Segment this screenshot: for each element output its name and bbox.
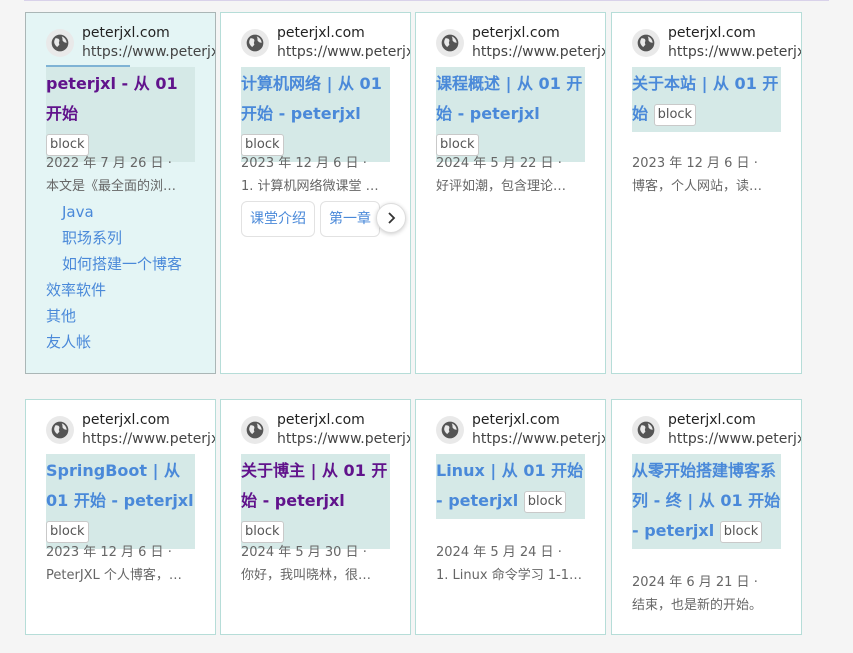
site-info[interactable]: peterjxl.com https://www.peterjxl.com [241,25,410,65]
globe-icon [632,29,660,57]
result-snippet: 1. 计算机网络微课堂 … [241,179,379,194]
result-card[interactable]: peterjxl.com https://www.peterjxl.com 从零… [611,399,802,635]
result-date: 2024 年 5 月 30 日 · [241,545,367,560]
site-name: peterjxl.com [82,412,170,428]
result-snippet: 好评如潮，包含理论… [436,179,567,194]
site-url: https://www.peterjxl.com [277,44,410,60]
result-snippet: 结束，也是新的开始。 [632,598,763,613]
sitelink[interactable]: 职场系列 [46,225,182,251]
site-name: peterjxl.com [82,25,170,41]
site-url: https://www.peterjxl.com [668,431,801,447]
site-url: https://www.peterjxl.com [472,431,605,447]
result-snippet: 本文是《最全面的浏… [46,179,177,194]
site-info[interactable]: peterjxl.com https://www.peterjxl.com [436,412,605,452]
site-url: https://www.peterjxl.com [82,431,215,447]
site-name: peterjxl.com [277,25,365,41]
globe-icon [632,416,660,444]
result-title[interactable]: 关于博主 | 从 01 开始 - peterjxl block [241,454,390,549]
sitelinks: Java 职场系列 如何搭建一个博客 效率软件 其他 友人帐 [46,199,182,355]
result-title-text[interactable]: 课程概述 | 从 01 开始 - peterjxl [436,74,582,123]
block-button[interactable]: block [241,520,284,543]
result-title-text[interactable]: 计算机网络 | 从 01 开始 - peterjxl [241,74,382,123]
result-title[interactable]: 关于本站 | 从 01 开始 block [632,67,781,132]
result-date: 2024 年 5 月 24 日 · [436,545,562,560]
site-name: peterjxl.com [277,412,365,428]
result-date: 2022 年 7 月 26 日 · [46,156,172,171]
result-card[interactable]: peterjxl.com https://www.peterjxl.com 关于… [611,12,802,374]
result-snippet: 博客，个人网站，读… [632,179,763,194]
sitelink-chip[interactable]: 课堂介绍 [241,201,315,237]
result-title-text[interactable]: 关于博主 | 从 01 开始 - peterjxl [241,461,387,510]
site-name: peterjxl.com [472,25,560,41]
sitelink-chip[interactable]: 第一章 [320,201,380,237]
sitelink[interactable]: 如何搭建一个博客 [46,251,182,277]
site-url: https://www.peterjxl.com [277,431,410,447]
site-url: https://www.peterjxl.com [82,44,215,60]
globe-icon [46,29,74,57]
result-card[interactable]: peterjxl.com https://www.peterjxl.com 课程… [415,12,606,374]
result-date: 2024 年 5 月 22 日 · [436,156,562,171]
result-card[interactable]: peterjxl.com https://www.peterjxl.com 关于… [220,399,411,635]
site-name: peterjxl.com [668,25,756,41]
sitelink[interactable]: Java [46,199,182,225]
block-button[interactable]: block [46,520,89,543]
result-title[interactable]: SpringBoot | 从 01 开始 - peterjxl block [46,454,195,549]
search-results-panel: peterjxl.com https://www.peterjxl.com pe… [0,0,853,653]
globe-icon [241,29,269,57]
site-url: https://www.peterjxl.com [472,44,605,60]
result-card[interactable]: peterjxl.com https://www.peterjxl.com Sp… [25,399,216,635]
result-snippet: 你好，我叫晓林，很… [241,568,372,583]
site-name: peterjxl.com [668,412,756,428]
result-title[interactable]: 从零开始搭建博客系列 - 终 | 从 01 开始 - peterjxl bloc… [632,454,781,549]
globe-icon [436,29,464,57]
site-name: peterjxl.com [472,412,560,428]
result-card[interactable]: peterjxl.com https://www.peterjxl.com 计算… [220,12,411,374]
result-title-text[interactable]: SpringBoot | 从 01 开始 - peterjxl [46,461,194,510]
top-divider [24,0,829,3]
site-info[interactable]: peterjxl.com https://www.peterjxl.com [46,412,215,452]
sitelink[interactable]: 友人帐 [46,329,182,355]
result-snippet: 1. Linux 命令学习 1-1… [436,568,583,583]
block-button[interactable]: block [523,490,567,513]
result-date: 2023 年 12 月 6 日 · [632,156,758,171]
site-info[interactable]: peterjxl.com https://www.peterjxl.com [46,25,215,65]
result-title-text[interactable]: peterjxl - 从 01 开始 [46,74,178,123]
result-snippet: PeterJXL 个人博客，… [46,568,182,583]
site-info[interactable]: peterjxl.com https://www.peterjxl.com [241,412,410,452]
result-title[interactable]: peterjxl - 从 01 开始 block [46,67,195,162]
result-title[interactable]: 计算机网络 | 从 01 开始 - peterjxl block [241,67,390,162]
globe-icon [46,416,74,444]
result-date: 2023 年 12 月 6 日 · [241,156,367,171]
globe-icon [436,416,464,444]
result-title[interactable]: Linux | 从 01 开始 - peterjxl block [436,454,585,519]
site-info[interactable]: peterjxl.com https://www.peterjxl.com [436,25,605,65]
block-button[interactable]: block [719,520,763,543]
sitelink[interactable]: 效率软件 [46,277,182,303]
result-date: 2024 年 6 月 21 日 · [632,575,758,590]
site-info[interactable]: peterjxl.com https://www.peterjxl.com [632,25,801,65]
globe-icon [241,416,269,444]
chevron-right-icon[interactable] [376,203,406,233]
block-button[interactable]: block [653,103,697,126]
result-date: 2023 年 12 月 6 日 · [46,545,172,560]
result-card[interactable]: peterjxl.com https://www.peterjxl.com Li… [415,399,606,635]
result-card[interactable]: peterjxl.com https://www.peterjxl.com pe… [25,12,216,374]
site-url: https://www.peterjxl.com [668,44,801,60]
sitelink[interactable]: 其他 [46,303,182,329]
result-title[interactable]: 课程概述 | 从 01 开始 - peterjxl block [436,67,585,162]
site-info[interactable]: peterjxl.com https://www.peterjxl.com [632,412,801,452]
